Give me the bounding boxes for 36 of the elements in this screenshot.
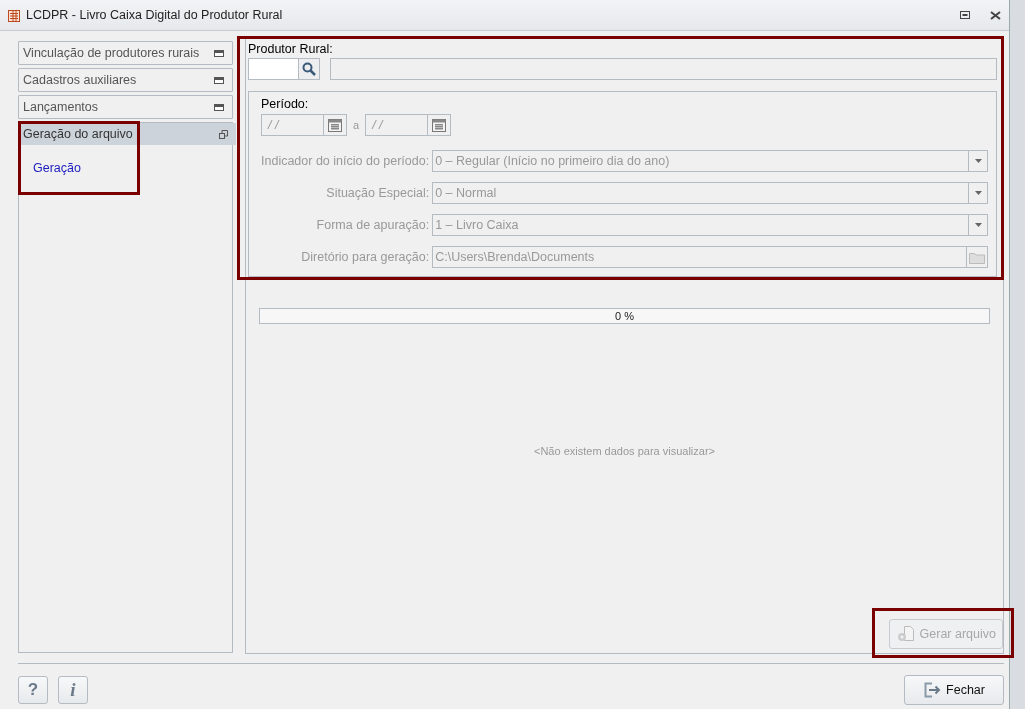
exit-icon	[923, 682, 942, 698]
sidebar-item[interactable]: Cadastros auxiliares	[18, 68, 233, 92]
calendar-icon	[432, 118, 447, 132]
rectangle-icon	[214, 76, 224, 84]
dropdown-arrow-icon	[974, 159, 982, 163]
field-label: Diretório para geração:	[300, 250, 430, 264]
close-button[interactable]: Fechar	[904, 675, 1004, 705]
gear-document-icon	[895, 625, 916, 643]
help-button[interactable]: ?	[18, 676, 48, 704]
ledger-icon	[8, 8, 20, 22]
field-label: Período:	[261, 97, 310, 111]
field-label: Indicador do início do período:	[261, 154, 430, 168]
producer-name-field[interactable]	[330, 58, 997, 80]
window-title: LCDPR - Livro Caixa Digital do Produtor Rural	[26, 8, 284, 22]
producer-code-field[interactable]	[248, 58, 320, 80]
empty-message: <Não existem dados para visualizar>	[534, 444, 715, 457]
field-label: Produtor Rural:	[248, 42, 334, 56]
range-separator: a	[353, 119, 360, 131]
folder-icon	[969, 250, 985, 264]
sidebar-item[interactable]: Lançamentos	[18, 95, 233, 119]
sidebar-link[interactable]: Geração	[33, 161, 81, 175]
rectangle-icon	[214, 103, 224, 111]
restore-icon	[219, 129, 228, 139]
search-icon	[302, 62, 316, 76]
dropdown-arrow-icon	[974, 191, 982, 195]
field-label: Forma de apuração:	[315, 218, 430, 232]
info-button[interactable]: i	[58, 676, 88, 704]
field-label: Situação Especial:	[325, 186, 430, 200]
progress-reading: 0 %	[615, 309, 634, 323]
calendar-icon	[328, 118, 342, 132]
sidebar-group-header[interactable]: Geração do arquivo	[20, 123, 236, 145]
dropdown-arrow-icon	[974, 223, 982, 227]
rectangle-icon	[214, 49, 224, 57]
restore-icon	[960, 11, 970, 19]
sidebar-item[interactable]: Vinculação de produtores rurais	[18, 41, 233, 65]
close-icon[interactable]	[990, 10, 1001, 20]
